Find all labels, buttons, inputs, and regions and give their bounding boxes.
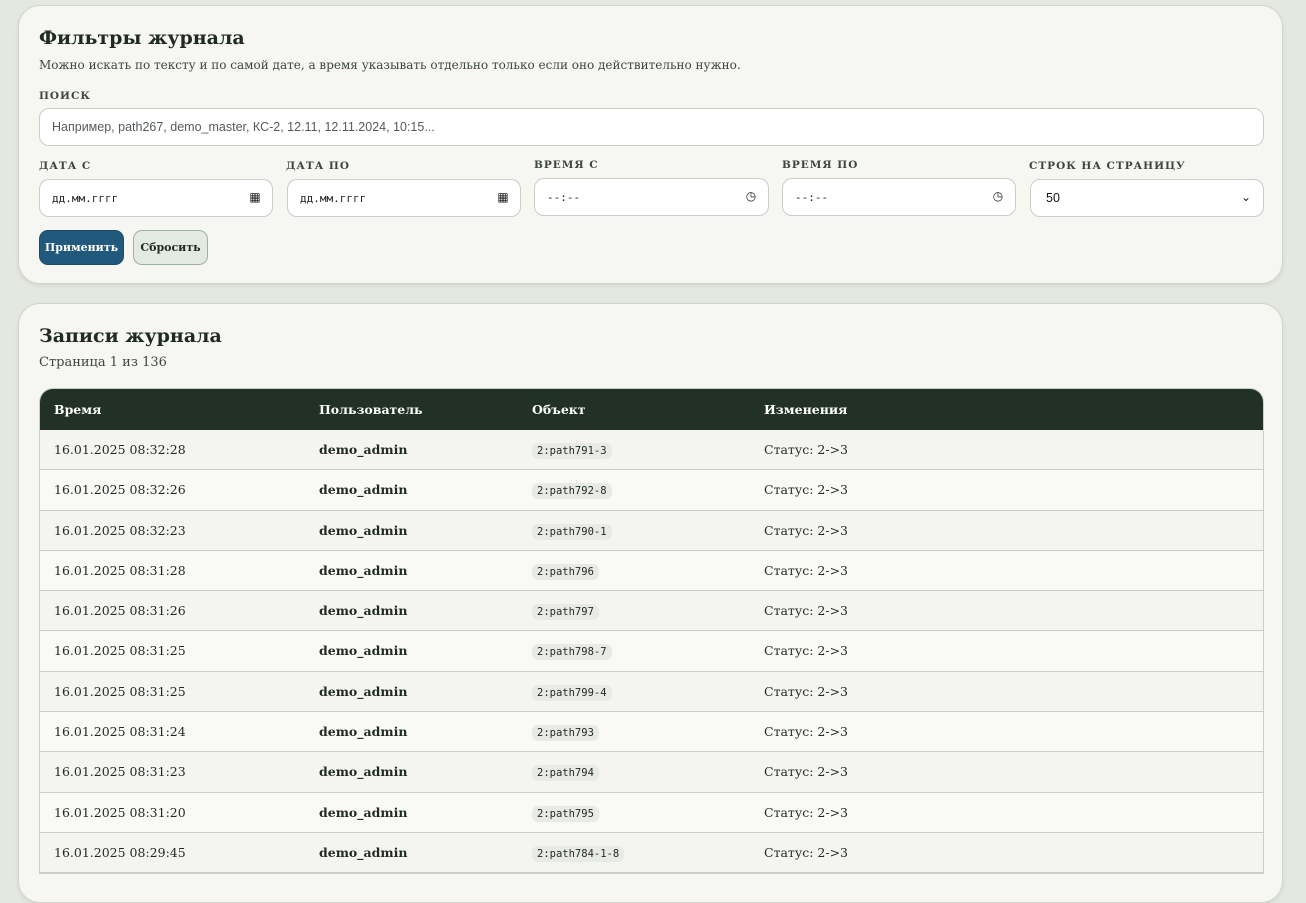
time-to-input[interactable]: --:-- ◷ bbox=[782, 178, 1016, 216]
cell-time: 16.01.2025 08:29:45 bbox=[54, 844, 186, 860]
column-header-time: Время bbox=[54, 402, 102, 417]
records-panel: Записи журнала Страница 1 из 136 Время П… bbox=[18, 303, 1283, 903]
calendar-icon[interactable]: ▦ bbox=[496, 190, 510, 204]
filters-panel: Фильтры журнала Можно искать по тексту и… bbox=[18, 5, 1283, 284]
cell-object: 2:path792-8 bbox=[532, 483, 612, 500]
date-from-label: Дата с bbox=[39, 160, 92, 172]
cell-object: 2:path791-3 bbox=[532, 443, 612, 459]
cell-object: 2:path794 bbox=[532, 765, 599, 782]
cell-changes: Статус: 2->3 bbox=[764, 522, 848, 538]
cell-time: 16.01.2025 08:31:25 bbox=[54, 643, 186, 659]
clock-icon[interactable]: ◷ bbox=[744, 189, 758, 203]
cell-user: demo_admin bbox=[319, 844, 408, 860]
rows-per-page-select[interactable]: 50 ⌄ bbox=[1030, 179, 1264, 217]
date-from-input[interactable]: дд.мм.гггг ▦ bbox=[39, 179, 273, 217]
column-header-user: Пользователь bbox=[319, 402, 423, 417]
cell-time: 16.01.2025 08:31:28 bbox=[54, 562, 186, 578]
cell-time: 16.01.2025 08:31:20 bbox=[54, 804, 186, 820]
table-row: 16.01.2025 08:31:28 demo_admin 2:path796 Ст… bbox=[40, 551, 1263, 592]
cell-changes: Статус: 2->3 bbox=[764, 643, 848, 659]
cell-time: 16.01.2025 08:32:26 bbox=[54, 482, 186, 498]
search-input[interactable]: Например, path267, demo_master, КС-2, 12… bbox=[39, 108, 1264, 146]
cell-changes: Статус: 2->3 bbox=[764, 764, 848, 780]
cell-object: 2:path796 bbox=[532, 563, 599, 580]
rows-per-page-value: 50 bbox=[1046, 191, 1060, 205]
cell-object: 2:path797 bbox=[532, 604, 599, 621]
cell-user: demo_admin bbox=[319, 482, 408, 498]
cell-object: 2:path790-1 bbox=[532, 523, 612, 540]
cell-changes: Статус: 2->3 bbox=[764, 804, 848, 820]
cell-changes: Статус: 2->3 bbox=[764, 482, 848, 498]
search-placeholder: Например, path267, demo_master, КС-2, 12… bbox=[52, 120, 435, 134]
cell-changes: Статус: 2->3 bbox=[764, 442, 848, 457]
reset-button[interactable]: Сбросить bbox=[133, 230, 208, 265]
cell-user: demo_admin bbox=[319, 562, 408, 578]
table-row: 16.01.2025 08:31:20 demo_admin 2:path795 Ст… bbox=[40, 793, 1263, 833]
table-row: 16.01.2025 08:32:26 demo_admin 2:path792-8… bbox=[40, 470, 1263, 511]
table-body: 16.01.2025 08:32:28 demo_admin 2:path791-3… bbox=[40, 430, 1263, 874]
table-row: 16.01.2025 08:31:24 demo_admin 2:path793 Ст… bbox=[40, 712, 1263, 753]
cell-user: demo_admin bbox=[319, 643, 408, 659]
date-to-label: Дата по bbox=[286, 160, 350, 172]
filters-subtitle: Можно искать по тексту и по самой дате, … bbox=[39, 58, 741, 72]
cell-changes: Статус: 2->3 bbox=[764, 844, 848, 860]
cell-time: 16.01.2025 08:31:24 bbox=[54, 724, 186, 740]
cell-user: demo_admin bbox=[319, 804, 408, 820]
table-row: 16.01.2025 08:32:28 demo_admin 2:path791-3… bbox=[40, 430, 1263, 471]
cell-time: 16.01.2025 08:31:25 bbox=[54, 683, 186, 699]
calendar-icon[interactable]: ▦ bbox=[248, 190, 262, 204]
cell-changes: Статус: 2->3 bbox=[764, 562, 848, 578]
chevron-down-icon: ⌄ bbox=[1240, 190, 1252, 204]
records-table: Время Пользователь Объект Изменения 16.0… bbox=[39, 388, 1264, 875]
time-from-value: --:-- bbox=[547, 191, 581, 204]
table-row: 16.01.2025 08:31:25 demo_admin 2:path798-7… bbox=[40, 631, 1263, 672]
cell-changes: Статус: 2->3 bbox=[764, 603, 848, 619]
cell-time: 16.01.2025 08:31:26 bbox=[54, 603, 186, 619]
cell-object: 2:path799-4 bbox=[532, 684, 612, 701]
date-to-input[interactable]: дд.мм.гггг ▦ bbox=[287, 179, 521, 217]
table-row: 16.01.2025 08:29:45 demo_admin 2:path784-1… bbox=[40, 832, 1263, 874]
cell-time: 16.01.2025 08:31:23 bbox=[54, 764, 186, 780]
cell-time: 16.01.2025 08:32:23 bbox=[54, 522, 186, 538]
column-header-changes: Изменения bbox=[764, 402, 848, 417]
cell-user: demo_admin bbox=[319, 442, 408, 457]
search-label: Поиск bbox=[39, 90, 91, 102]
time-from-label: Время с bbox=[534, 159, 599, 171]
apply-button[interactable]: Применить bbox=[39, 230, 124, 265]
time-to-label: Время по bbox=[782, 159, 859, 171]
table-header: Время Пользователь Объект Изменения bbox=[40, 389, 1263, 430]
filters-title: Фильтры журнала bbox=[39, 27, 245, 49]
table-row: 16.01.2025 08:31:26 demo_admin 2:path797 Ст… bbox=[40, 591, 1263, 632]
cell-user: demo_admin bbox=[319, 603, 408, 619]
cell-object: 2:path793 bbox=[532, 725, 599, 742]
time-from-input[interactable]: --:-- ◷ bbox=[534, 178, 769, 216]
cell-user: demo_admin bbox=[319, 724, 408, 740]
date-from-value: дд.мм.гггг bbox=[52, 192, 119, 205]
table-row: 16.01.2025 08:31:23 demo_admin 2:path794 Ст… bbox=[40, 752, 1263, 793]
cell-user: demo_admin bbox=[319, 683, 408, 699]
column-header-object: Объект bbox=[532, 402, 586, 417]
cell-object: 2:path798-7 bbox=[532, 644, 612, 661]
date-to-value: дд.мм.гггг bbox=[300, 192, 367, 205]
clock-icon[interactable]: ◷ bbox=[991, 189, 1005, 203]
table-row: 16.01.2025 08:32:23 demo_admin 2:path790-1… bbox=[40, 510, 1263, 551]
cell-user: demo_admin bbox=[319, 764, 408, 780]
cell-object: 2:path784-1-8 bbox=[532, 845, 625, 862]
rows-per-page-label: Строк на страницу bbox=[1029, 160, 1186, 172]
table-row: 16.01.2025 08:31:25 demo_admin 2:path799-4… bbox=[40, 671, 1263, 713]
cell-time: 16.01.2025 08:32:28 bbox=[54, 442, 186, 457]
cell-changes: Статус: 2->3 bbox=[764, 724, 848, 740]
time-to-value: --:-- bbox=[795, 191, 829, 204]
cell-object: 2:path795 bbox=[532, 805, 599, 822]
records-title: Записи журнала bbox=[39, 325, 222, 347]
cell-user: demo_admin bbox=[319, 522, 408, 538]
page-info: Страница 1 из 136 bbox=[39, 355, 167, 370]
cell-changes: Статус: 2->3 bbox=[764, 683, 848, 699]
